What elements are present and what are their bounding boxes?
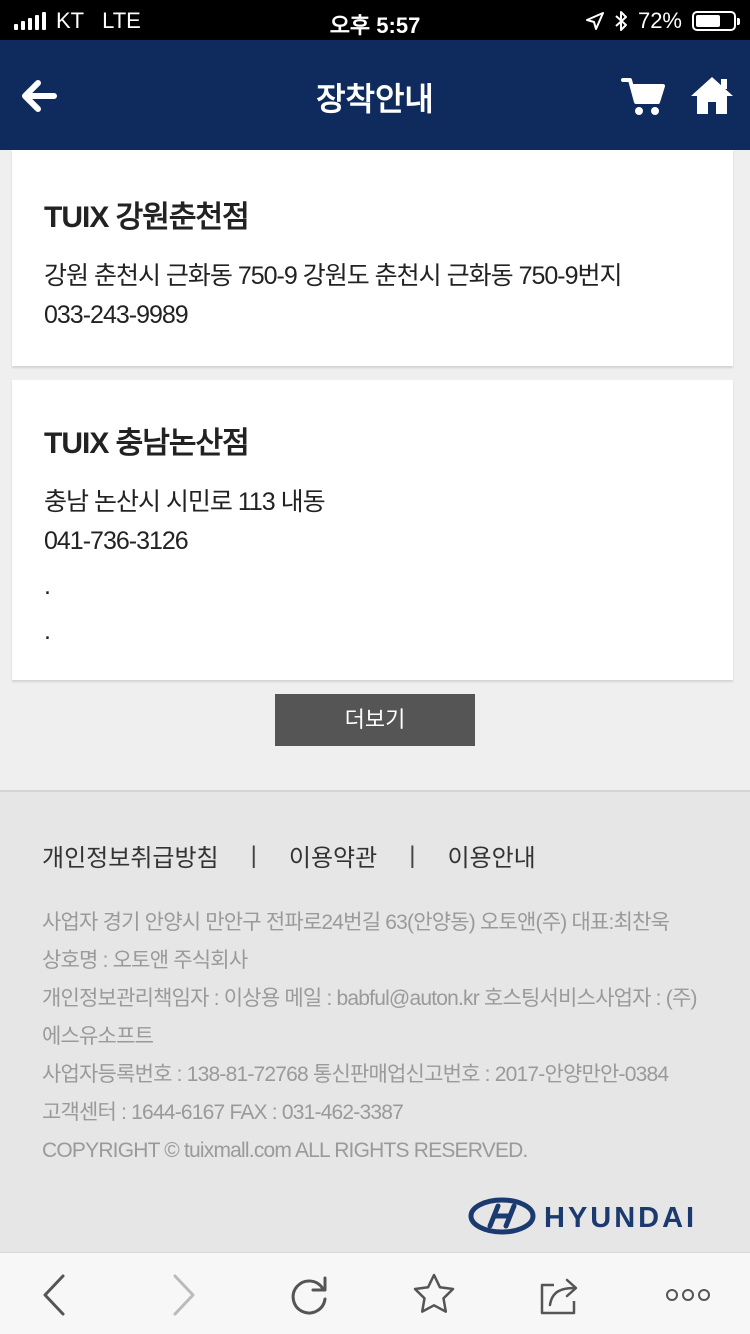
cart-icon: [621, 78, 665, 115]
home-icon: [691, 77, 733, 114]
share-icon: [540, 1278, 578, 1315]
browser-back-button[interactable]: [30, 1271, 78, 1319]
cart-button[interactable]: [620, 72, 668, 120]
store-address: 충남 논산시 시민로 113 내동: [44, 488, 326, 516]
footer-separator: |: [409, 841, 416, 869]
reload-button[interactable]: [285, 1271, 333, 1319]
location-arrow-icon: [585, 12, 604, 30]
company-info-line: 사업자 경기 안양시 만안구 전파로24번길 63(안양동) 오토앤(주) 대표…: [42, 911, 670, 934]
store-name: TUIX 충남논산점: [44, 427, 250, 460]
company-info-line: 에스유소프트: [42, 1025, 154, 1048]
store-extra: .: [44, 572, 51, 600]
company-info-line: 사업자등록번호 : 138-81-72768 통신판매업신고번호 : 2017-…: [42, 1063, 669, 1086]
more-button[interactable]: 더보기: [275, 694, 475, 746]
more-dots-icon: [666, 1289, 710, 1301]
store-name: TUIX 강원춘천점: [44, 201, 250, 234]
footer: 개인정보취급방침 | 이용약관 | 이용안내 사업자 경기 안양시 만안구 전파…: [0, 790, 750, 1252]
home-button[interactable]: [688, 72, 736, 120]
company-info-line: 개인정보관리책임자 : 이상용 메일 : babful@auton.kr 호스팅…: [42, 987, 697, 1010]
bookmark-button[interactable]: [410, 1271, 458, 1319]
bluetooth-icon: [615, 11, 627, 31]
battery-fill: [696, 15, 721, 27]
footer-links: 개인정보취급방침 | 이용약관 | 이용안내: [42, 838, 536, 873]
copyright-text: COPYRIGHT © tuixmall.com ALL RIGHTS RESE…: [42, 1139, 528, 1162]
store-extra: .: [44, 617, 51, 645]
store-phone[interactable]: 033-243-9989: [44, 301, 189, 330]
privacy-policy-link[interactable]: 개인정보취급방침: [42, 838, 219, 873]
app-header: 장착안내: [0, 40, 750, 150]
store-address: 강원 춘천시 근화동 750-9 강원도 춘천시 근화동 750-9번지: [44, 262, 623, 290]
store-card[interactable]: TUIX 충남논산점 충남 논산시 시민로 113 내동 041-736-312…: [12, 380, 733, 680]
star-icon: [413, 1273, 455, 1313]
company-info: 사업자 경기 안양시 만안구 전파로24번길 63(안양동) 오토앤(주) 대표…: [42, 904, 697, 1170]
status-right: 72%: [585, 8, 740, 34]
brand-wordmark: HYUNDAI: [544, 1202, 697, 1234]
browser-toolbar: [0, 1252, 750, 1334]
battery-percent: 72%: [637, 8, 682, 33]
battery-icon: [692, 11, 740, 31]
company-info-line: 상호명 : 오토앤 주식회사: [42, 949, 248, 972]
footer-separator: |: [250, 841, 257, 869]
company-info-line: 고객센터 : 1644-6167 FAX : 031-462-3387: [42, 1101, 404, 1124]
usage-guide-link[interactable]: 이용안내: [447, 838, 535, 873]
more-options-button[interactable]: [664, 1271, 712, 1319]
reload-icon: [291, 1276, 327, 1315]
status-bar: KT LTE 오후 5:57 72%: [0, 0, 750, 40]
browser-forward-button[interactable]: [160, 1271, 208, 1319]
chevron-right-icon: [173, 1274, 195, 1316]
store-phone[interactable]: 041-736-3126: [44, 527, 189, 556]
chevron-left-icon: [43, 1274, 65, 1316]
share-button[interactable]: [536, 1271, 584, 1319]
terms-link[interactable]: 이용약관: [289, 838, 377, 873]
hyundai-logo: HYUNDAI: [468, 1197, 697, 1235]
store-card[interactable]: TUIX 강원춘천점 강원 춘천시 근화동 750-9 강원도 춘천시 근화동 …: [12, 150, 733, 366]
